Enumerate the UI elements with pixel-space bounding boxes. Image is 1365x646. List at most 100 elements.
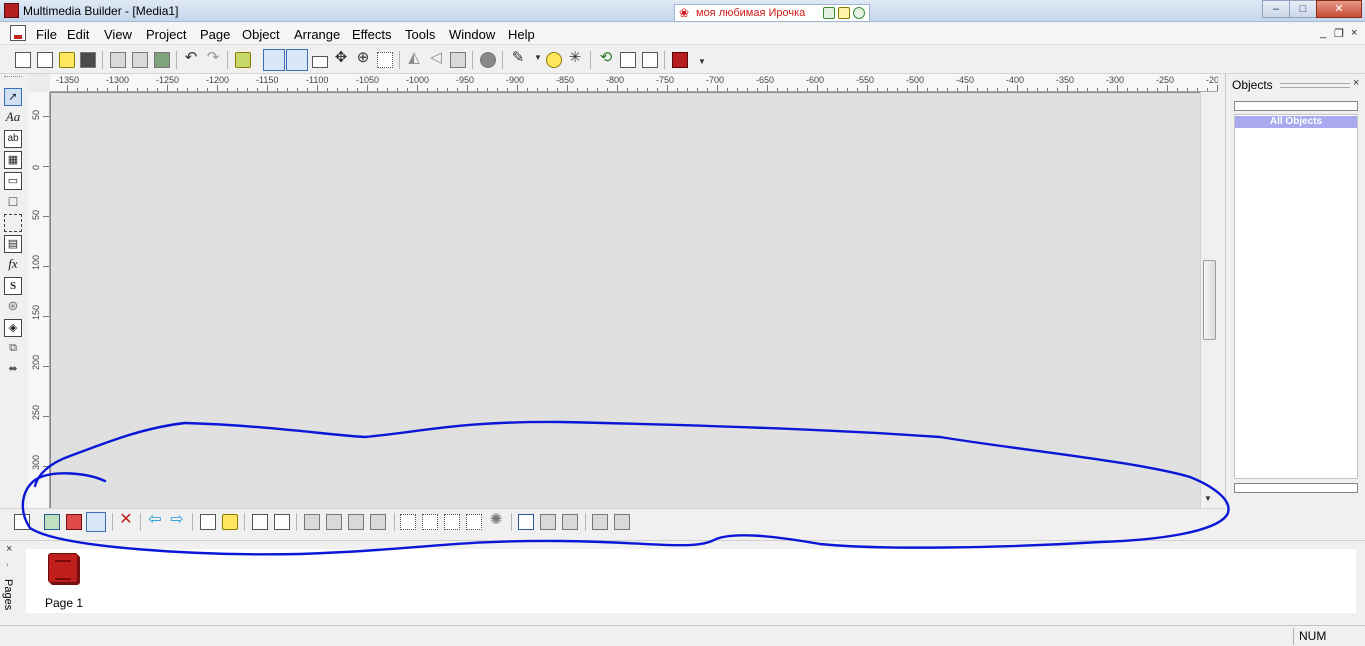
chevron-down-icon[interactable]: ▼	[530, 50, 546, 66]
list-view-toggle-icon[interactable]	[286, 49, 308, 71]
menu-edit[interactable]: Edit	[67, 27, 89, 42]
frame-tool-icon[interactable]	[4, 214, 22, 232]
page-name[interactable]: Page 1	[45, 596, 83, 610]
select-tool-icon[interactable]: ➚	[4, 88, 22, 106]
paste-icon[interactable]	[132, 52, 148, 68]
maximize-button[interactable]: □	[1289, 0, 1317, 18]
panel-grip[interactable]	[1280, 83, 1350, 88]
page-thumbnail-icon[interactable]	[48, 553, 78, 583]
bring-to-front-icon[interactable]	[348, 514, 364, 530]
align-center-icon[interactable]	[422, 514, 438, 530]
scroll-down-icon[interactable]: ▼	[1204, 494, 1212, 503]
objects-property-field[interactable]	[1234, 483, 1358, 493]
text-tool-icon[interactable]: Aa	[4, 109, 22, 127]
objects-list[interactable]: All Objects	[1234, 114, 1358, 479]
open-folder-icon[interactable]	[59, 52, 75, 68]
layer-back-icon[interactable]	[66, 514, 82, 530]
scrollbar-thumb[interactable]	[1203, 260, 1216, 340]
import-icon[interactable]	[620, 52, 636, 68]
folder-icon[interactable]	[312, 56, 328, 68]
menu-tools[interactable]: Tools	[405, 27, 435, 42]
close-button[interactable]: ✕	[1316, 0, 1362, 18]
same-width-icon[interactable]	[592, 514, 608, 530]
menu-window[interactable]: Window	[449, 27, 495, 42]
video-tool-icon[interactable]: ▤	[4, 235, 22, 253]
export-object-icon[interactable]	[274, 514, 290, 530]
align-bottom-icon[interactable]	[466, 514, 482, 530]
menu-help[interactable]: Help	[508, 27, 535, 42]
app-icon[interactable]	[4, 3, 19, 18]
note-icon[interactable]	[838, 7, 850, 19]
stop-icon[interactable]	[480, 52, 496, 68]
rulers-toggle-icon[interactable]	[263, 49, 285, 71]
grid-icon[interactable]	[377, 52, 393, 68]
sparkle-icon[interactable]: ✳	[567, 50, 583, 66]
new-project-icon[interactable]	[15, 52, 31, 68]
page-canvas[interactable]	[50, 92, 1200, 510]
vertical-scrollbar[interactable]: ▼	[1200, 92, 1218, 510]
script-tool-icon[interactable]: S	[4, 277, 22, 295]
save-icon[interactable]	[80, 52, 96, 68]
popup-tool-icon[interactable]: ⧉	[4, 340, 22, 358]
menu-arrange[interactable]: Arrange	[294, 27, 340, 42]
menu-file[interactable]: File	[36, 27, 57, 42]
undo-icon[interactable]: ↶	[183, 50, 199, 66]
zoom-icon[interactable]: ⊕	[355, 50, 371, 66]
flip-vertical-icon[interactable]: ◁	[428, 50, 444, 66]
dropdown-arrow-icon[interactable]: ▼	[694, 54, 710, 70]
align-top-icon[interactable]	[444, 514, 460, 530]
toolpanel-grip[interactable]	[4, 76, 22, 79]
group-icon[interactable]	[222, 514, 238, 530]
same-height-icon[interactable]	[614, 514, 630, 530]
copy-icon[interactable]	[110, 52, 126, 68]
center-icon[interactable]: ✺	[488, 512, 504, 528]
new-page-icon[interactable]	[37, 52, 53, 68]
objects-panel-close-icon[interactable]: ×	[1353, 77, 1359, 89]
menu-view[interactable]: View	[104, 27, 132, 42]
paste-special-icon[interactable]	[154, 52, 170, 68]
flip-horizontal-icon[interactable]: ◭	[406, 50, 422, 66]
compile-icon[interactable]	[672, 52, 688, 68]
space-horizontal-icon[interactable]	[518, 514, 534, 530]
menu-object[interactable]: Object	[242, 27, 280, 42]
menu-page[interactable]: Page	[200, 27, 230, 42]
all-objects-item[interactable]: All Objects	[1235, 116, 1357, 128]
balloon-icon[interactable]	[546, 52, 562, 68]
hotspot-tool-icon[interactable]: ⬌	[4, 361, 22, 379]
arrow-left-icon[interactable]: ⇦	[147, 512, 163, 528]
space-vertical-icon[interactable]	[540, 514, 556, 530]
send-backward-icon[interactable]	[326, 514, 342, 530]
tray-widget[interactable]: ❀ моя любимая Ирочка	[674, 4, 870, 22]
fx-tool-icon[interactable]: fx	[4, 256, 22, 274]
minimize-button[interactable]: –	[1262, 0, 1290, 18]
move-icon[interactable]: ✥	[333, 50, 349, 66]
pages-panel-close-icon[interactable]: ×	[6, 543, 12, 555]
label-tool-icon[interactable]: ab	[4, 130, 22, 148]
refresh-icon[interactable]: ⟲	[598, 50, 614, 66]
button-tool-icon[interactable]: ▭	[4, 172, 22, 190]
html-tool-icon[interactable]: ◈	[4, 319, 22, 337]
arrow-right-icon[interactable]: ⇨	[169, 512, 185, 528]
menu-effects[interactable]: Effects	[352, 27, 392, 42]
pages-collapse-icon[interactable]: ›	[6, 560, 9, 569]
title-bar[interactable]: Multimedia Builder - [Media1] ❀ моя люби…	[0, 0, 1365, 22]
pages-list[interactable]: Page 1	[26, 549, 1356, 613]
delete-icon[interactable]: ✕	[118, 512, 134, 528]
resize-icon[interactable]	[450, 52, 466, 68]
sort-icon[interactable]	[252, 514, 268, 530]
image-tool-icon[interactable]: ▦	[4, 151, 22, 169]
layer-front-icon[interactable]	[44, 514, 60, 530]
document-icon[interactable]	[10, 25, 26, 41]
menu-project[interactable]: Project	[146, 27, 186, 42]
rectangle-tool-icon[interactable]: □	[4, 193, 22, 211]
redo-icon[interactable]: ↷	[205, 50, 221, 66]
duplicate-icon[interactable]	[200, 514, 216, 530]
mdi-restore-button[interactable]: ❐	[1334, 27, 1344, 40]
objects-filter-field[interactable]	[1234, 101, 1358, 111]
bring-forward-icon[interactable]	[304, 514, 320, 530]
project-properties-icon[interactable]	[235, 52, 251, 68]
eye-icon[interactable]	[853, 7, 865, 19]
magic-wand-icon[interactable]: ✎	[510, 50, 526, 66]
phone-icon[interactable]	[823, 7, 835, 19]
properties-icon[interactable]	[14, 514, 30, 530]
